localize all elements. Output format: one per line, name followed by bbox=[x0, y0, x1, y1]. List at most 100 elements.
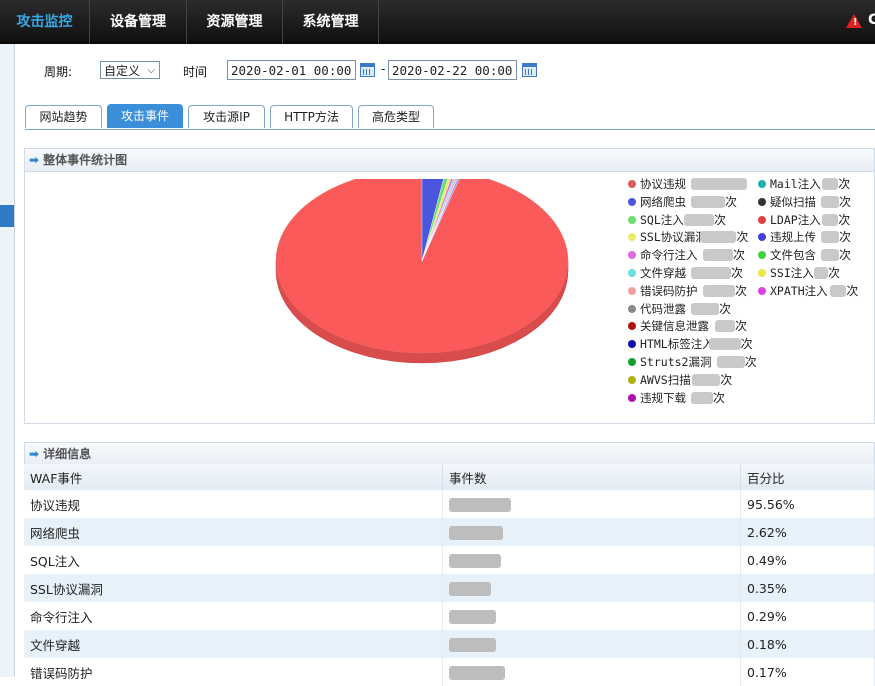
details-table-body: 协议违规 95.56% 网络爬虫 2.62% SQL注入 0.49% SSL协议漏洞 0.35… bbox=[24, 490, 875, 686]
legend-item[interactable]: 网络爬虫 次 bbox=[628, 193, 756, 211]
legend-label: AWVS扫描 bbox=[640, 372, 691, 387]
legend-label: XPATH注入 bbox=[770, 283, 828, 298]
row-event-name: 网络爬虫 bbox=[24, 518, 443, 546]
legend-item[interactable]: 违规下载 次 bbox=[628, 389, 756, 407]
tab-attack-events[interactable]: 攻击事件 bbox=[107, 104, 183, 128]
legend-unit: 次 bbox=[839, 194, 852, 209]
legend-item[interactable]: 代码泄露 次 bbox=[628, 300, 756, 318]
nav-system-management[interactable]: 系统管理 bbox=[283, 0, 379, 44]
legend-item[interactable]: HTML标签注入 次 bbox=[628, 335, 756, 353]
arrow-right-icon: ➡ bbox=[29, 447, 40, 461]
legend-label: 文件穿越 bbox=[640, 266, 686, 280]
legend-label: 命令行注入 bbox=[640, 248, 698, 263]
legend-item[interactable]: SSI注入次 bbox=[758, 264, 875, 282]
table-row[interactable]: SQL注入 0.49% bbox=[24, 546, 875, 574]
legend-item[interactable]: Mail注入 次 bbox=[758, 175, 875, 193]
overview-panel-header: ➡ 整体事件统计图 bbox=[25, 149, 874, 172]
nav-device-management[interactable]: 设备管理 bbox=[90, 0, 187, 44]
legend-swatch bbox=[628, 322, 636, 331]
details-title: 详细信息 bbox=[43, 447, 92, 461]
tab-site-trend[interactable]: 网站趋势 bbox=[25, 105, 102, 128]
redacted-count bbox=[449, 497, 511, 512]
calendar-icon[interactable] bbox=[522, 63, 537, 77]
nav-attack-monitor[interactable]: 攻击监控 bbox=[0, 0, 90, 44]
table-row[interactable]: 网络爬虫 2.62% bbox=[24, 518, 875, 546]
legend-swatch bbox=[628, 375, 636, 384]
redacted-count bbox=[708, 338, 741, 351]
legend-unit: 次 bbox=[838, 212, 851, 227]
redacted-count bbox=[822, 213, 839, 226]
legend-item[interactable]: AWVS扫描 次 bbox=[628, 371, 756, 389]
legend-item[interactable]: 错误码防护 次 bbox=[628, 282, 756, 300]
legend-swatch bbox=[628, 215, 636, 224]
redacted-count bbox=[691, 391, 713, 404]
legend-unit: 次 bbox=[714, 212, 727, 227]
legend-item[interactable]: SQL注入 次 bbox=[628, 211, 756, 229]
col-percent[interactable]: 百分比 bbox=[740, 464, 875, 490]
legend-swatch bbox=[758, 251, 766, 260]
legend-item[interactable]: 疑似扫描 次 bbox=[758, 193, 875, 211]
legend-unit: 次 bbox=[713, 390, 726, 405]
legend-unit: 次 bbox=[725, 194, 738, 209]
calendar-icon[interactable] bbox=[360, 63, 375, 77]
row-event-count bbox=[442, 602, 741, 630]
legend-item[interactable]: SSL协议漏洞 次 bbox=[628, 228, 756, 246]
row-percent: 0.29% bbox=[740, 602, 875, 630]
legend-item[interactable]: LDAP注入 次 bbox=[758, 211, 875, 229]
redacted-count bbox=[449, 665, 505, 680]
legend-swatch bbox=[628, 393, 636, 402]
legend-swatch bbox=[758, 286, 766, 295]
col-waf-event[interactable]: WAF事件 bbox=[24, 464, 443, 490]
time-label: 时间 bbox=[183, 65, 208, 79]
legend-swatch bbox=[628, 180, 636, 188]
legend-item[interactable]: 协议违规 bbox=[628, 175, 756, 193]
legend-item[interactable]: 文件穿越 次 bbox=[628, 264, 756, 282]
row-event-name: SSL协议漏洞 bbox=[24, 574, 443, 602]
legend-unit: 次 bbox=[719, 301, 732, 316]
legend-label: 违规上传 bbox=[770, 230, 816, 245]
end-time-input[interactable]: 2020-02-22 00:00 bbox=[388, 60, 517, 80]
legend-label: HTML标签注入 bbox=[640, 337, 714, 352]
legend-label: SSI注入 bbox=[770, 266, 814, 280]
legend-unit: 次 bbox=[740, 337, 753, 352]
legend-label: SSL协议漏洞 bbox=[640, 230, 707, 245]
redacted-count bbox=[691, 302, 719, 315]
redacted-count bbox=[449, 581, 491, 596]
row-percent: 95.56% bbox=[740, 490, 875, 518]
legend-item[interactable]: 关键信息泄露 次 bbox=[628, 317, 756, 335]
event-pie-chart bbox=[275, 179, 569, 364]
table-row[interactable]: 错误码防护 0.17% bbox=[24, 658, 875, 686]
legend-unit: 次 bbox=[735, 319, 748, 334]
period-select[interactable]: 自定义 ⌵ bbox=[100, 61, 160, 79]
legend-swatch bbox=[628, 269, 636, 277]
legend-item[interactable]: 文件包含 次 bbox=[758, 246, 875, 264]
nav-resource-management[interactable]: 资源管理 bbox=[187, 0, 283, 44]
col-event-count[interactable]: 事件数 bbox=[442, 464, 741, 490]
legend-item[interactable]: 命令行注入 次 bbox=[628, 246, 756, 264]
overview-panel: ➡ 整体事件统计图 协议违规 网络爬虫次 SQL注入次 SSL协议漏洞次命令行注入次文件… bbox=[24, 148, 875, 424]
table-row[interactable]: 文件穿越 0.18% bbox=[24, 630, 875, 658]
tab-http-method[interactable]: HTTP方法 bbox=[270, 105, 353, 128]
legend-item[interactable]: 违规上传 次 bbox=[758, 228, 875, 246]
legend-label: SQL注入 bbox=[640, 212, 684, 227]
tab-high-risk-type[interactable]: 高危类型 bbox=[358, 105, 434, 128]
row-event-name: 命令行注入 bbox=[24, 602, 443, 630]
table-row[interactable]: 协议违规 95.56% bbox=[24, 490, 875, 518]
redacted-count bbox=[700, 231, 737, 244]
tab-attack-source-ip[interactable]: 攻击源IP bbox=[188, 105, 265, 128]
legend-swatch bbox=[628, 358, 636, 366]
legend-swatch bbox=[758, 269, 766, 277]
table-row[interactable]: SSL协议漏洞 0.35% bbox=[24, 574, 875, 602]
legend-item[interactable]: Struts2漏洞 次 bbox=[628, 353, 757, 371]
start-time-input[interactable]: 2020-02-01 00:00 bbox=[227, 60, 356, 80]
legend-item[interactable]: XPATH注入 次 bbox=[758, 282, 875, 300]
table-row[interactable]: 命令行注入 0.29% bbox=[24, 602, 875, 630]
left-sidebar-collapsed[interactable] bbox=[0, 44, 15, 677]
period-label: 周期: bbox=[44, 65, 73, 79]
legend-swatch bbox=[628, 286, 636, 295]
legend-unit: 次 bbox=[736, 230, 749, 245]
legend-label: 网络爬虫 bbox=[640, 194, 686, 209]
sidebar-toggle-handle[interactable] bbox=[0, 205, 14, 227]
legend-swatch bbox=[758, 215, 766, 224]
legend-unit: 次 bbox=[838, 177, 851, 191]
